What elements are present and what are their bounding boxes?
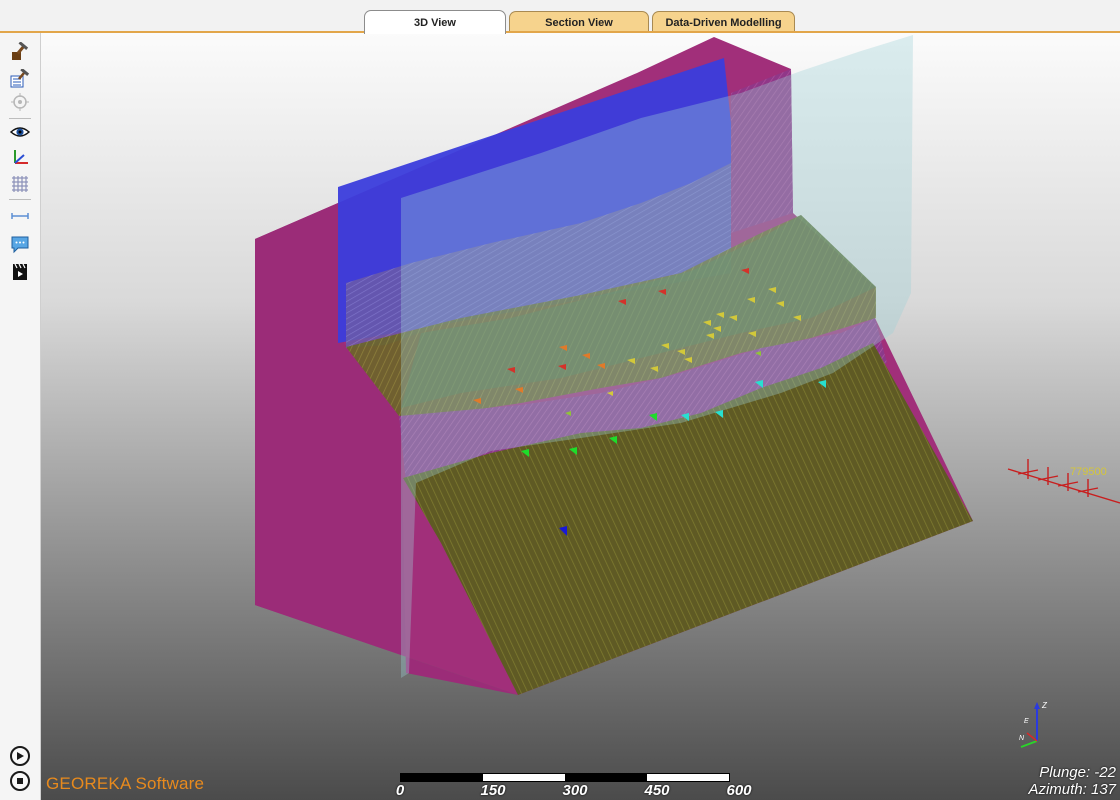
compass-n-label: N — [1019, 735, 1025, 742]
brand-label: GEOREKA Software — [46, 774, 205, 793]
scale-label: 300 — [562, 782, 588, 799]
3d-viewport[interactable]: Z E N 779500 GEOREKA Software 0 150 300 … — [41, 33, 1120, 800]
scale-bar — [400, 773, 730, 782]
toolbar-separator — [9, 199, 31, 200]
coordinate-label: 779500 — [1070, 466, 1107, 478]
compass-e-label: E — [1024, 718, 1029, 725]
azimuth-readout: Azimuth: 137 — [1028, 781, 1116, 798]
scale-label: 0 — [395, 782, 405, 799]
scale-label: 450 — [644, 782, 670, 799]
play-button[interactable] — [10, 746, 30, 766]
speech-bubble-icon[interactable] — [9, 233, 31, 255]
stop-button[interactable] — [10, 771, 30, 791]
scale-label: 150 — [480, 782, 506, 799]
geological-model-scene: Z E N — [255, 35, 1120, 748]
ruler-icon[interactable] — [9, 205, 31, 227]
hammer-list-icon[interactable] — [9, 68, 31, 90]
target-icon[interactable] — [9, 91, 31, 113]
orientation-compass: Z E N — [1019, 701, 1048, 748]
plunge-readout: Plunge: -22 — [1039, 764, 1116, 781]
axes-icon[interactable] — [9, 147, 31, 169]
compass-z-label: Z — [1041, 701, 1048, 710]
grid-icon[interactable] — [9, 173, 31, 195]
hammer-rock-icon[interactable] — [9, 41, 31, 63]
clapperboard-icon[interactable] — [9, 261, 31, 283]
toolbar-separator — [9, 118, 31, 119]
view-orientation-readout: Plunge: -22 Azimuth: 137 — [1028, 764, 1116, 798]
stop-icon — [17, 778, 23, 784]
view-tab-bar: 3D View Section View Data-Driven Modelli… — [0, 0, 1120, 34]
left-toolbar — [0, 33, 41, 800]
eye-icon[interactable] — [9, 121, 31, 143]
tab-3d-view[interactable]: 3D View — [364, 10, 506, 34]
play-icon — [17, 752, 24, 760]
tab-section-view[interactable]: Section View — [509, 11, 649, 33]
tab-data-driven-modelling[interactable]: Data-Driven Modelling — [652, 11, 795, 33]
scale-label: 600 — [726, 782, 752, 799]
